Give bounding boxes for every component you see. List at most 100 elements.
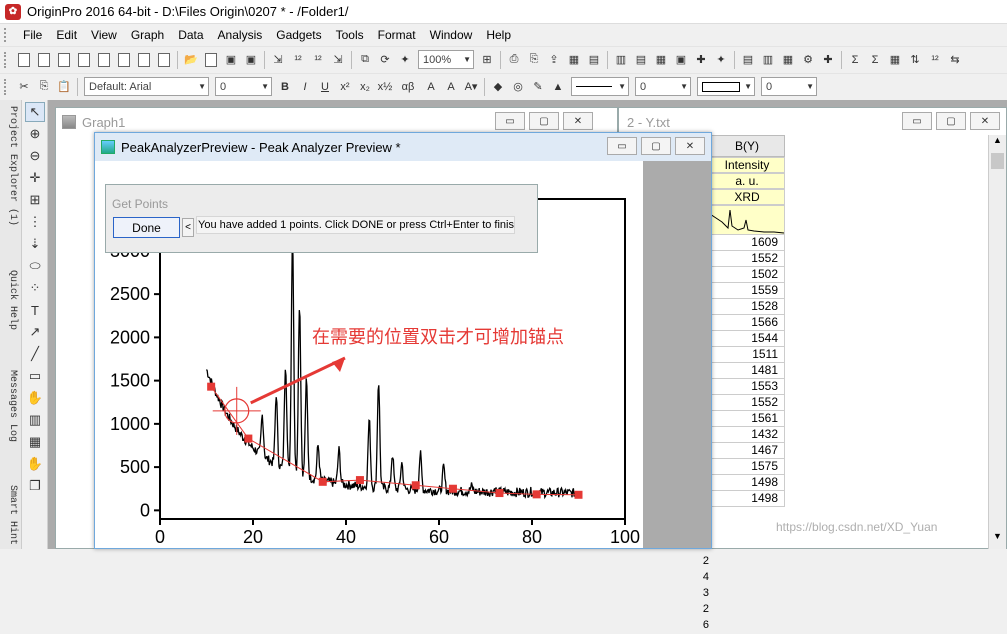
cell-value[interactable]: 1553 bbox=[709, 379, 785, 395]
tab-smart-hint[interactable]: Smart Hint bbox=[2, 485, 18, 545]
pointer-icon[interactable]: ↖ bbox=[25, 102, 45, 122]
menu-window[interactable]: Window bbox=[423, 28, 480, 42]
menu-format[interactable]: Format bbox=[371, 28, 423, 42]
cell-value[interactable]: 1552 bbox=[709, 395, 785, 411]
new-project-icon[interactable] bbox=[15, 51, 33, 69]
preview-close-button[interactable]: ✕ bbox=[675, 137, 705, 155]
font-size-combo[interactable]: 0 ▼ bbox=[215, 77, 272, 96]
object-manager-icon[interactable]: ✦ bbox=[712, 51, 730, 69]
pan-icon[interactable]: ✋ bbox=[25, 454, 45, 474]
cell-value[interactable]: 1502 bbox=[709, 267, 785, 283]
italic-icon[interactable]: I bbox=[296, 78, 314, 96]
text-tool-icon[interactable]: T bbox=[25, 300, 45, 320]
data-selector-icon[interactable]: ⇣ bbox=[25, 234, 45, 254]
rectangle-tool-icon[interactable]: ▭ bbox=[25, 366, 45, 386]
zoom-icon[interactable]: ⊞ bbox=[478, 51, 496, 69]
line-tool-icon[interactable]: ╱ bbox=[25, 344, 45, 364]
code-builder-icon[interactable]: ▦ bbox=[652, 51, 670, 69]
symbol-icon[interactable]: ▲ bbox=[549, 78, 567, 96]
new-layout-icon[interactable] bbox=[115, 51, 133, 69]
hidden-cell-value[interactable]: 3 bbox=[703, 586, 709, 602]
fill-color-icon[interactable]: ◆ bbox=[489, 78, 507, 96]
cell-value[interactable]: 1544 bbox=[709, 331, 785, 347]
open-icon[interactable]: 📂 bbox=[182, 51, 200, 69]
border-style-combo[interactable]: ▼ bbox=[697, 77, 755, 96]
tab-messages-log[interactable]: Messages Log bbox=[2, 370, 18, 442]
new-workbook-icon[interactable] bbox=[35, 51, 53, 69]
region-select-icon[interactable]: ⬭ bbox=[25, 256, 45, 276]
cell-value[interactable]: 1481 bbox=[709, 363, 785, 379]
cell-value[interactable]: 1511 bbox=[709, 347, 785, 363]
hidden-cell-value[interactable]: 2 bbox=[703, 554, 709, 570]
settings-icon[interactable]: ⚙ bbox=[799, 51, 817, 69]
import-ascii-icon[interactable]: ¹² bbox=[289, 51, 307, 69]
supsub-icon[interactable]: x½ bbox=[376, 78, 394, 96]
preview-minimize-button[interactable]: ▭ bbox=[607, 137, 637, 155]
fit-icon[interactable]: ▦ bbox=[779, 51, 797, 69]
done-button[interactable]: Done bbox=[113, 217, 180, 238]
hand-icon[interactable]: ✋ bbox=[25, 388, 45, 408]
copy-icon[interactable]: ⎘ bbox=[35, 78, 53, 96]
hidden-cell-value[interactable]: 4 bbox=[703, 570, 709, 586]
zoom-in-icon[interactable]: ⊕ bbox=[25, 124, 45, 144]
save-template-icon[interactable]: ▣ bbox=[242, 51, 260, 69]
data-filter-icon[interactable]: ▤ bbox=[739, 51, 757, 69]
menu-data[interactable]: Data bbox=[171, 28, 210, 42]
menu-view[interactable]: View bbox=[84, 28, 124, 42]
data-cursor-icon[interactable]: ⋮ bbox=[25, 212, 45, 232]
underline-icon[interactable]: U bbox=[316, 78, 334, 96]
new-excel-icon[interactable] bbox=[155, 51, 173, 69]
comments-cell[interactable]: XRD bbox=[709, 189, 785, 205]
layers-icon[interactable]: ❐ bbox=[25, 476, 45, 496]
sum-icon[interactable]: Σ bbox=[846, 51, 864, 69]
workbook-minimize-button[interactable]: ▭ bbox=[902, 112, 932, 130]
transpose-icon[interactable]: ⇆ bbox=[946, 51, 964, 69]
hidden-cell-value[interactable]: 6 bbox=[703, 618, 709, 634]
graph1-close-button[interactable]: ✕ bbox=[563, 112, 593, 130]
worksheet-scrollbar[interactable]: ▲ ▼ bbox=[988, 135, 1006, 549]
sort-icon[interactable]: ⇅ bbox=[906, 51, 924, 69]
menu-edit[interactable]: Edit bbox=[49, 28, 84, 42]
paste-icon[interactable]: 📋 bbox=[55, 78, 73, 96]
open-template-icon[interactable] bbox=[202, 51, 220, 69]
cell-value[interactable]: 1566 bbox=[709, 315, 785, 331]
menu-gadgets[interactable]: Gadgets bbox=[269, 28, 328, 42]
font-color-icon[interactable]: A▾ bbox=[462, 78, 480, 96]
new-graph-icon[interactable] bbox=[55, 51, 73, 69]
greek-icon[interactable]: αβ bbox=[396, 78, 420, 96]
arrow-tool-icon[interactable]: ↗ bbox=[25, 322, 45, 342]
decrease-font-icon[interactable]: A bbox=[442, 78, 460, 96]
preview-maximize-button[interactable]: ▢ bbox=[641, 137, 671, 155]
long-name-cell[interactable]: Intensity bbox=[709, 157, 785, 173]
scrollbar-thumb[interactable] bbox=[991, 153, 1004, 169]
cell-value[interactable]: 1498 bbox=[709, 491, 785, 507]
tab-project-explorer[interactable]: Project Explorer (1) bbox=[2, 106, 18, 226]
copy-page-icon[interactable]: ⎘ bbox=[525, 51, 543, 69]
border-width-combo[interactable]: 0 ▼ bbox=[761, 77, 817, 96]
cell-value[interactable]: 1552 bbox=[709, 251, 785, 267]
tab-quick-help[interactable]: Quick Help bbox=[2, 270, 18, 330]
cell-value[interactable]: 1609 bbox=[709, 235, 785, 251]
cut-icon[interactable]: ✂ bbox=[15, 78, 33, 96]
workbook-maximize-button[interactable]: ▢ bbox=[936, 112, 966, 130]
superscript-icon[interactable]: x² bbox=[336, 78, 354, 96]
increase-font-icon[interactable]: A bbox=[422, 78, 440, 96]
pattern-icon[interactable]: ◎ bbox=[509, 78, 527, 96]
insert-graph-icon[interactable]: ▥ bbox=[25, 410, 45, 430]
new-matrix-icon[interactable] bbox=[75, 51, 93, 69]
hidden-cell-value[interactable]: 2 bbox=[703, 602, 709, 618]
line-color-icon[interactable]: ✎ bbox=[529, 78, 547, 96]
bold-icon[interactable]: B bbox=[276, 78, 294, 96]
font-combo[interactable]: Default: Arial ▼ bbox=[84, 77, 209, 96]
export-graph-icon[interactable]: ▦ bbox=[565, 51, 583, 69]
subscript-icon[interactable]: x₂ bbox=[356, 78, 374, 96]
graph1-maximize-button[interactable]: ▢ bbox=[529, 112, 559, 130]
collapse-button[interactable]: < bbox=[182, 218, 194, 237]
command-window-icon[interactable]: ▤ bbox=[632, 51, 650, 69]
import-multi-icon[interactable]: ¹² bbox=[309, 51, 327, 69]
workbook-close-button[interactable]: ✕ bbox=[970, 112, 1000, 130]
insert-table-icon[interactable]: ▦ bbox=[25, 432, 45, 452]
export-icon[interactable]: ⇪ bbox=[545, 51, 563, 69]
add-column-icon[interactable]: ✚ bbox=[819, 51, 837, 69]
menu-file[interactable]: File bbox=[16, 28, 49, 42]
